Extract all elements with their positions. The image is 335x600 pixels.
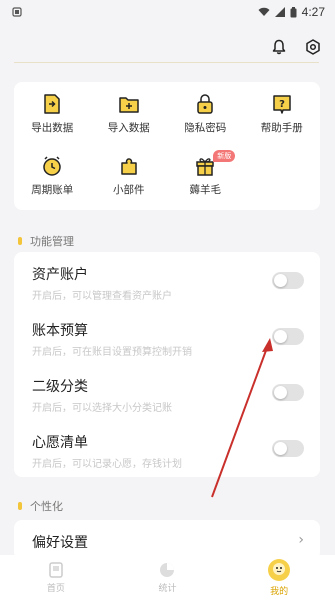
- toggle-knob: [274, 442, 287, 455]
- widget-icon: [121, 158, 137, 175]
- feature-card: 资产账户 开启后，可以管理查看资产账户 账本预算 开启后，可在账目设置预算控制开…: [14, 252, 320, 477]
- profile-icon: [268, 559, 291, 581]
- feature-row-subcategory: 二级分类 开启后，可以选择大小分类记账: [14, 364, 320, 420]
- tool-label: 帮助手册: [260, 122, 303, 134]
- tool-label: 小部件: [113, 184, 145, 196]
- status-left: [12, 7, 22, 17]
- feature-title: 心愿清单: [32, 435, 88, 451]
- stats-icon: [160, 563, 175, 577]
- settings-icon[interactable]: [305, 39, 321, 55]
- wifi-icon: [258, 7, 270, 16]
- tool-freebies[interactable]: 新版 薅羊毛: [167, 150, 244, 206]
- section-title: 个性化: [30, 500, 63, 513]
- section-header-features: 功能管理: [18, 233, 74, 249]
- tool-periodic-bill[interactable]: 周期账单: [14, 154, 91, 206]
- tool-label: 导出数据: [31, 122, 74, 134]
- status-bar: 4:27: [0, 0, 335, 24]
- bell-icon[interactable]: [271, 39, 287, 55]
- help-manual-icon: ?: [273, 95, 291, 114]
- toggle-knob: [274, 386, 287, 399]
- status-right: 4:27: [258, 5, 325, 19]
- new-badge: 新版: [213, 150, 236, 162]
- import-data-icon: [119, 97, 139, 113]
- feature-title: 二级分类: [32, 379, 88, 395]
- toggle-knob: [274, 330, 287, 343]
- feature-desc: 开启后，可在账目设置预算控制开销: [32, 347, 192, 358]
- nav-label: 我的: [270, 587, 289, 597]
- wishlist-toggle[interactable]: [272, 440, 304, 457]
- tool-label: 隐私密码: [184, 122, 227, 134]
- budget-toggle[interactable]: [272, 328, 304, 345]
- notification-icon: [12, 7, 22, 17]
- home-icon: [49, 562, 63, 578]
- status-time: 4:27: [301, 5, 325, 19]
- tool-label: 导入数据: [107, 122, 150, 134]
- tool-help-manual[interactable]: ? 帮助手册: [244, 92, 321, 144]
- feature-title: 账本预算: [32, 323, 88, 339]
- feature-row-budget: 账本预算 开启后，可在账目设置预算控制开销: [14, 308, 320, 364]
- section-header-personalize: 个性化: [18, 498, 63, 514]
- export-data-icon: [44, 94, 60, 114]
- tool-export-data[interactable]: 导出数据: [14, 92, 91, 144]
- asset-account-toggle[interactable]: [272, 272, 304, 289]
- toggle-knob: [274, 274, 287, 287]
- tool-import-data[interactable]: 导入数据: [91, 92, 168, 144]
- feature-row-wishlist: 心愿清单 开启后，可以记录心愿，存钱计划: [14, 420, 320, 476]
- top-bar: [0, 24, 335, 70]
- subcategory-toggle[interactable]: [272, 384, 304, 401]
- tools-grid: 导出数据 导入数据 隐私密码 ? 帮助手册 周期账单 小部件 新版 薅羊毛: [14, 92, 320, 206]
- privacy-lock-icon: [197, 94, 213, 114]
- tool-widget[interactable]: 小部件: [91, 154, 168, 206]
- header-divider: [14, 62, 319, 63]
- section-dot: [18, 502, 22, 510]
- section-dot: [18, 237, 22, 245]
- nav-profile[interactable]: 我的: [239, 558, 319, 597]
- tools-card: 导出数据 导入数据 隐私密码 ? 帮助手册 周期账单 小部件 新版 薅羊毛: [14, 82, 320, 210]
- svg-text:?: ?: [279, 99, 285, 110]
- preferences-title: 偏好设置: [32, 535, 88, 551]
- chevron-right-icon: ›: [298, 532, 304, 548]
- preferences-row[interactable]: 偏好设置 ›: [14, 520, 320, 560]
- feature-row-asset-account: 资产账户 开启后，可以管理查看资产账户: [14, 252, 320, 308]
- signal-icon: [274, 7, 285, 17]
- feature-desc: 开启后，可以选择大小分类记账: [32, 403, 172, 414]
- tool-label: 薅羊毛: [189, 184, 222, 196]
- bottom-nav: 首页 统计 我的: [0, 555, 335, 600]
- nav-label: 统计: [158, 584, 177, 594]
- tool-privacy-password[interactable]: 隐私密码: [167, 92, 244, 144]
- nav-label: 首页: [46, 584, 65, 594]
- nav-stats[interactable]: 统计: [127, 561, 207, 594]
- nav-home[interactable]: 首页: [16, 561, 96, 594]
- tool-label: 周期账单: [31, 184, 74, 196]
- section-title: 功能管理: [30, 235, 74, 248]
- battery-icon: [290, 6, 297, 17]
- feature-desc: 开启后，可以记录心愿，存钱计划: [32, 459, 182, 470]
- feature-title: 资产账户: [32, 267, 88, 283]
- periodic-bill-icon: [43, 156, 61, 176]
- feature-desc: 开启后，可以管理查看资产账户: [32, 291, 172, 302]
